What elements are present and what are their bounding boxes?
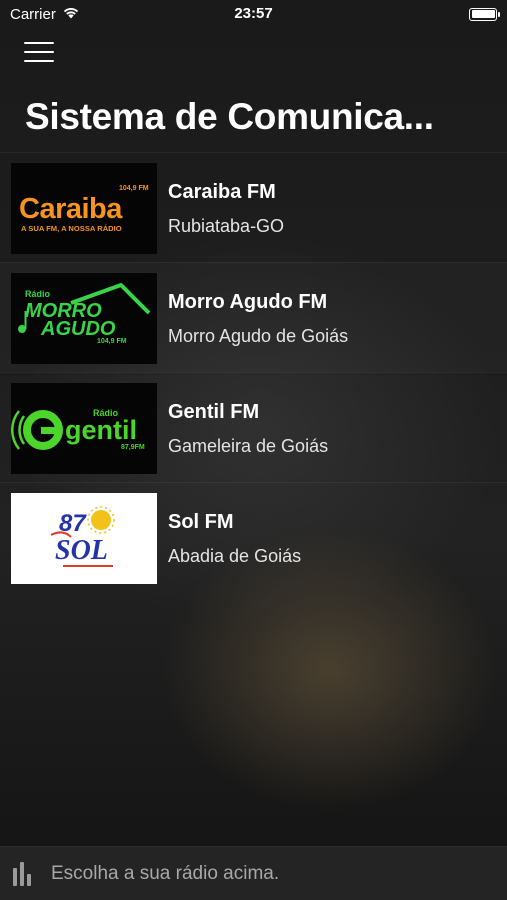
station-list: 104,9 FM Caraiba A SUA FM, A NOSSA RÁDIO… bbox=[0, 152, 507, 592]
station-city: Morro Agudo de Goiás bbox=[168, 326, 349, 346]
carrier-label: Carrier bbox=[10, 5, 56, 23]
station-text: Sol FM Abadia de Goiás bbox=[168, 511, 301, 567]
station-text: Gentil FM Gameleira de Goiás bbox=[168, 401, 328, 457]
station-text: Morro Agudo FM Morro Agudo de Goiás bbox=[168, 291, 348, 347]
menu-line bbox=[24, 51, 54, 53]
page-title: Sistema de Comunica... bbox=[25, 96, 434, 137]
status-left: Carrier bbox=[10, 6, 80, 23]
logo-wordmark: SOL bbox=[55, 535, 108, 566]
station-row-sol[interactable]: 87 SOL Sol FM Abadia de Goiás bbox=[0, 482, 507, 592]
station-row-caraiba[interactable]: 104,9 FM Caraiba A SUA FM, A NOSSA RÁDIO… bbox=[0, 152, 507, 262]
bar bbox=[27, 873, 31, 886]
logo-freq: 104,9 FM bbox=[119, 185, 149, 192]
player-bar[interactable]: Escolha a sua rádio acima. bbox=[0, 846, 507, 900]
station-row-morro-agudo[interactable]: Rádio MORRO AGUDO 104,9 FM Morro Agudo F… bbox=[0, 262, 507, 372]
station-name: Morro Agudo FM bbox=[168, 291, 328, 313]
player-status-text: Escolha a sua rádio acima. bbox=[51, 862, 280, 884]
hamburger-menu-icon[interactable] bbox=[24, 40, 54, 64]
station-name: Caraiba FM bbox=[168, 181, 276, 203]
battery-level bbox=[471, 10, 495, 18]
menu-line bbox=[24, 42, 54, 44]
sol-fm-logo: 87 SOL bbox=[11, 493, 157, 584]
station-row-gentil[interactable]: Rádio gentil 87,9FM Gentil FM Gameleira … bbox=[0, 372, 507, 482]
bar bbox=[20, 861, 24, 886]
status-bar: Carrier 23:57 bbox=[0, 0, 507, 28]
equalizer-bars-icon bbox=[13, 861, 39, 886]
station-name: Gentil FM bbox=[168, 401, 260, 423]
station-city: Rubiataba-GO bbox=[168, 216, 285, 236]
gentil-fm-logo: Rádio gentil 87,9FM bbox=[11, 383, 157, 474]
logo-line2: AGUDO bbox=[40, 318, 116, 340]
logo-freq: 104,9 FM bbox=[97, 338, 127, 345]
menu-line bbox=[24, 60, 54, 62]
logo-top: Rádio bbox=[25, 289, 51, 299]
logo-wordmark: Caraiba bbox=[19, 193, 123, 225]
logo-freq: 87,9FM bbox=[121, 444, 145, 451]
logo-slogan: A SUA FM, A NOSSA RÁDIO bbox=[21, 224, 122, 233]
wifi-icon bbox=[62, 6, 80, 23]
station-city: Gameleira de Goiás bbox=[168, 436, 329, 456]
station-name: Sol FM bbox=[168, 511, 234, 533]
logo-wordmark: gentil bbox=[65, 415, 137, 445]
morro-agudo-fm-logo: Rádio MORRO AGUDO 104,9 FM bbox=[11, 273, 157, 364]
battery-icon bbox=[469, 7, 500, 21]
station-text: Caraiba FM Rubiataba-GO bbox=[168, 181, 284, 237]
station-city: Abadia de Goiás bbox=[168, 546, 302, 566]
bar bbox=[13, 867, 17, 886]
caraiba-fm-logo: 104,9 FM Caraiba A SUA FM, A NOSSA RÁDIO bbox=[11, 163, 157, 254]
